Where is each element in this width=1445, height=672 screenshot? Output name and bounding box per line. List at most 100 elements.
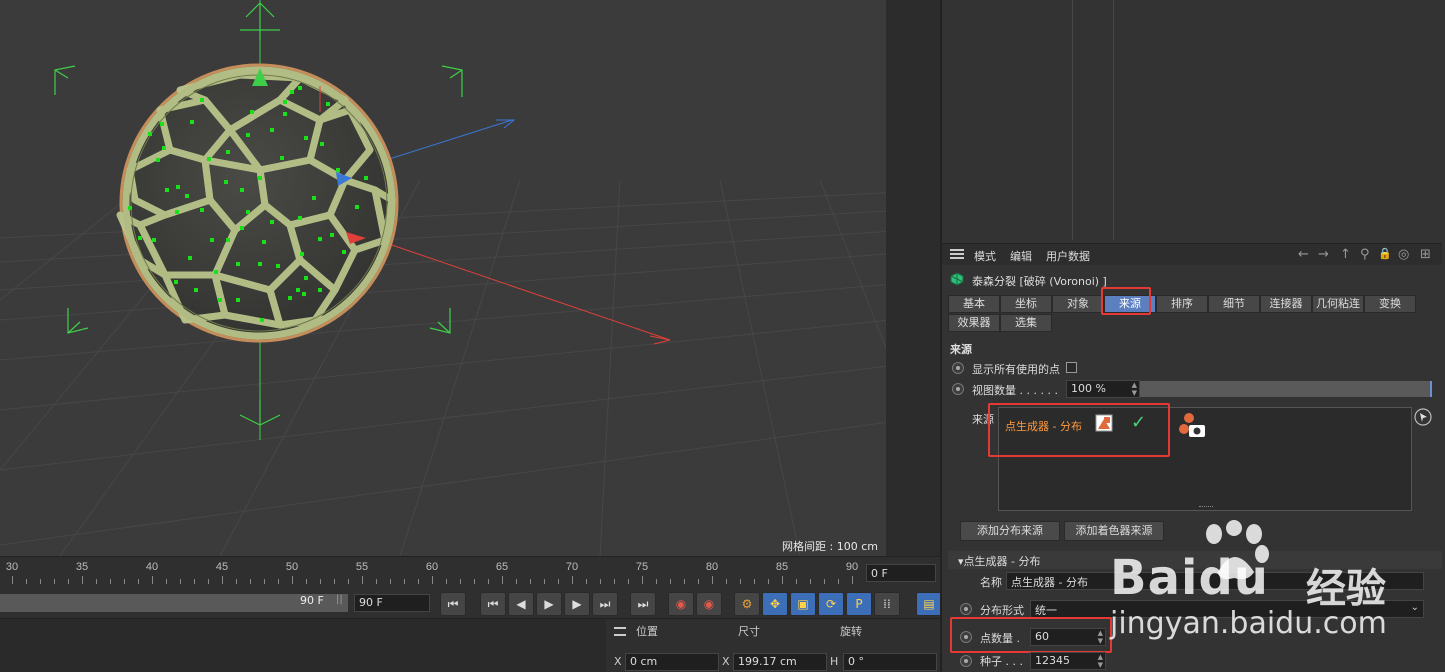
timeline-tick — [684, 579, 685, 584]
tab-basic[interactable]: 基本 — [948, 295, 1000, 313]
seed-label: 种子 . . . — [980, 655, 1023, 668]
viewport-count-field[interactable]: 100 % ▲ ▼ — [1066, 380, 1140, 398]
timeline-film-button[interactable]: ▤ — [916, 592, 942, 616]
show-all-points-radio[interactable] — [952, 362, 964, 374]
viewport-count-spinner[interactable]: ▲ ▼ — [1132, 381, 1137, 397]
tab-selections[interactable]: 选集 — [1000, 314, 1052, 332]
seed-field[interactable]: 12345 ▲ ▼ — [1030, 652, 1106, 670]
point-count-spinner[interactable]: ▲ ▼ — [1098, 629, 1103, 645]
viewport-count-slider[interactable] — [1140, 381, 1432, 397]
pick-cursor-icon[interactable] — [1414, 408, 1432, 426]
tab-geometry-glue[interactable]: 几何粘连 — [1312, 295, 1364, 313]
record-button[interactable]: ◉ — [668, 592, 694, 616]
tab-effectors[interactable]: 效果器 — [948, 314, 1000, 332]
timeline-tick — [726, 579, 727, 584]
timeline-ruler[interactable]: 30 35 40 45 50 55 60 65 70 75 80 85 90 0 F — [0, 556, 940, 592]
timeline-tick — [320, 579, 321, 584]
tab-coord[interactable]: 坐标 — [1000, 295, 1052, 313]
enabled-check-icon[interactable]: ✓ — [1131, 412, 1146, 433]
timeline-tick — [670, 579, 671, 584]
keyframe-selection-button[interactable]: ⚙ — [734, 592, 760, 616]
menu-edit[interactable]: 编辑 — [1010, 248, 1032, 264]
forward-arrow-icon[interactable]: → — [1318, 247, 1329, 262]
preview-range-bar[interactable] — [0, 594, 348, 612]
tab-transform[interactable]: 变换 — [1364, 295, 1416, 313]
next-key-button[interactable]: ⏭ — [592, 592, 618, 616]
timeline-tick-label: 45 — [215, 561, 229, 573]
timeline-tick — [404, 579, 405, 584]
subsection-title: ▾点生成器 - 分布 — [958, 555, 1041, 568]
menu-icon[interactable] — [950, 249, 964, 259]
distribution-select[interactable]: 统一 ⌄ — [1030, 600, 1424, 618]
timeline-tick — [740, 579, 741, 584]
timeline-tick — [852, 576, 853, 584]
rotate-key-button[interactable]: ⟳ — [818, 592, 844, 616]
point-count-radio[interactable] — [960, 631, 972, 643]
tab-connector[interactable]: 连接器 — [1260, 295, 1312, 313]
timeline-tick-label: 30 — [5, 561, 19, 573]
go-to-start-button[interactable]: ⏮ — [440, 592, 466, 616]
timeline-tick — [656, 579, 657, 584]
x-size-field[interactable]: 199.17 cm — [733, 653, 827, 671]
source-item-name[interactable]: 点生成器 - 分布 — [1005, 418, 1082, 434]
section-title: 来源 — [950, 343, 972, 356]
next-frame-button[interactable]: ▶ — [564, 592, 590, 616]
lock-icon[interactable]: 🔒 — [1378, 247, 1392, 260]
add-shader-source-button[interactable]: 添加着色器来源 — [1064, 521, 1164, 541]
play-button[interactable]: ▶ — [536, 592, 562, 616]
object-title: 泰森分裂 [破碎 (Voronoi) ] — [972, 275, 1107, 288]
tab-detail[interactable]: 细节 — [1208, 295, 1260, 313]
h-rotation-field[interactable]: 0 ° — [843, 653, 937, 671]
tab-sorting[interactable]: 排序 — [1156, 295, 1208, 313]
add-distribution-source-button[interactable]: 添加分布来源 — [960, 521, 1060, 541]
x-position-field[interactable]: 0 cm — [625, 653, 719, 671]
subsection-header[interactable]: ▾点生成器 - 分布 — [948, 551, 1442, 569]
target-icon[interactable]: ◎ — [1398, 247, 1409, 262]
previous-frame-button[interactable]: ◀ — [508, 592, 534, 616]
shader-source-icon[interactable] — [1178, 412, 1208, 440]
name-label: 名称 — [980, 576, 1002, 589]
back-arrow-icon[interactable]: ← — [1298, 247, 1309, 262]
up-arrow-icon[interactable]: ↑ — [1340, 247, 1351, 262]
3d-viewport[interactable]: 网格间距 : 100 cm — [0, 0, 940, 556]
timeline-tick — [558, 579, 559, 584]
viewport-count-slider-handle[interactable] — [1430, 381, 1432, 397]
attribute-manager-menubar: 模式 编辑 用户数据 ← → ↑ ⚲ 🔒 ◎ ⊞ — [942, 243, 1442, 265]
show-all-points-checkbox[interactable] — [1066, 362, 1077, 373]
menu-mode[interactable]: 模式 — [974, 248, 996, 264]
tab-object[interactable]: 对象 — [1052, 295, 1104, 313]
parameter-key-button[interactable]: P — [846, 592, 872, 616]
frame-ruler[interactable]: 30 35 40 45 50 55 60 65 70 75 80 85 90 — [0, 557, 864, 589]
timeline-tick — [54, 579, 55, 584]
chevron-down-icon[interactable]: ⌄ — [1411, 602, 1419, 613]
new-panel-icon[interactable]: ⊞ — [1420, 247, 1431, 262]
coords-menu-icon[interactable] — [614, 627, 626, 636]
end-frame-field[interactable]: 90 F — [354, 594, 430, 612]
name-field[interactable]: 点生成器 - 分布 — [1006, 572, 1424, 590]
timeline-tick — [166, 579, 167, 584]
position-header: 位置 — [636, 625, 658, 638]
auto-key-button[interactable]: ◉ — [696, 592, 722, 616]
previous-key-button[interactable]: ⏮ — [480, 592, 506, 616]
move-key-button[interactable]: ✥ — [762, 592, 788, 616]
point-count-field[interactable]: 60 ▲ ▼ — [1030, 628, 1106, 646]
point-level-button[interactable]: ⁞⁞ — [874, 592, 900, 616]
go-to-end-button[interactable]: ⏭ — [630, 592, 656, 616]
viewport-count-radio[interactable] — [952, 383, 964, 395]
object-manager[interactable] — [942, 0, 1442, 240]
seed-radio[interactable] — [960, 655, 972, 667]
transport-bar: 90 F || 90 F ⏮ ⏮ ◀ ▶ ▶ ⏭ ⏭ ◉ ◉ ⚙ ✥ ▣ ⟳ P ⁞⁞ ▤ — [0, 592, 942, 618]
timeline-tick — [418, 579, 419, 584]
timeline-tick — [488, 579, 489, 584]
timeline-tick — [82, 576, 83, 584]
seed-spinner[interactable]: ▲ ▼ — [1098, 653, 1103, 669]
current-frame-field[interactable]: 0 F — [866, 564, 936, 582]
menu-user-data[interactable]: 用户数据 — [1046, 248, 1090, 264]
timeline-tick — [712, 576, 713, 584]
distribution-radio[interactable] — [960, 603, 972, 615]
tab-sources[interactable]: 来源 — [1104, 295, 1156, 313]
scale-key-button[interactable]: ▣ — [790, 592, 816, 616]
range-grip[interactable]: || — [336, 594, 343, 605]
search-icon[interactable]: ⚲ — [1360, 247, 1370, 262]
timeline-tick-label: 50 — [285, 561, 299, 573]
